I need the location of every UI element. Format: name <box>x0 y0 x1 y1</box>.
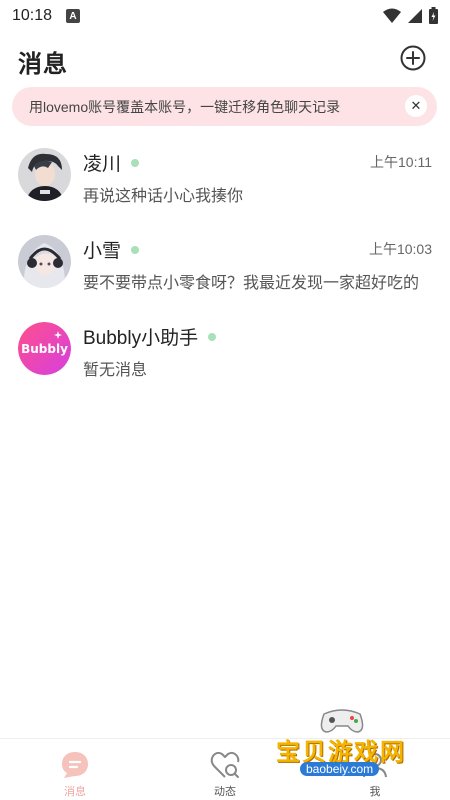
message-preview: 要不要带点小零食呀？我最近发现一家超好吃的 <box>83 275 420 292</box>
online-status-dot <box>208 332 217 341</box>
message-preview: 再说这种话小心我揍你 <box>83 188 244 205</box>
chat-item-lingchuan[interactable]: 凌川 上午10:11 再说这种话小心我揍你 <box>0 136 450 223</box>
name-row: 小雪 <box>83 236 140 263</box>
heart-search-icon <box>210 751 240 778</box>
header: 消息 <box>0 40 450 80</box>
banner-text: 用lovemo账号覆盖本账号，一键迁移角色聊天记录 <box>29 98 341 115</box>
avatar <box>18 235 71 288</box>
contact-name: 小雪 <box>83 241 122 262</box>
tab-messages[interactable]: 消息 <box>0 739 150 800</box>
notification-a-icon: A <box>66 9 81 23</box>
chat-item-bubbly-assistant[interactable]: Bubbly Bubbly小助手 暂无消息 <box>0 310 450 397</box>
status-icons <box>383 7 438 24</box>
message-time: 上午10:03 <box>368 241 432 257</box>
bubbly-logo-icon: Bubbly <box>18 322 71 375</box>
avatar-image-boy <box>18 148 71 201</box>
contact-name: 凌川 <box>83 154 122 175</box>
status-time: 10:18 <box>12 7 53 24</box>
status-bar: 10:18 A <box>0 0 450 32</box>
wifi-icon <box>383 8 401 23</box>
online-status-dot <box>131 158 140 167</box>
name-row: Bubbly小助手 <box>83 323 217 350</box>
page-title: 消息 <box>18 51 68 78</box>
avatar-image-girl <box>18 235 71 288</box>
online-status-dot <box>131 245 140 254</box>
avatar <box>18 148 71 201</box>
chat-list: 凌川 上午10:11 再说这种话小心我揍你 小雪 上午10:03 要不要带点小零… <box>0 136 450 397</box>
close-icon[interactable]: ✕ <box>405 95 427 117</box>
chat-item-xiaoxue[interactable]: 小雪 上午10:03 要不要带点小零食呀？我最近发现一家超好吃的 <box>0 223 450 310</box>
signal-icon <box>408 8 422 23</box>
message-preview: 暂无消息 <box>83 362 148 379</box>
tab-label: 动态 <box>214 786 236 798</box>
bubbly-logo-text: Bubbly <box>21 342 68 356</box>
contact-name: Bubbly小助手 <box>83 328 199 349</box>
message-bubble-icon <box>62 752 88 778</box>
migration-banner[interactable]: 用lovemo账号覆盖本账号，一键迁移角色聊天记录 ✕ <box>12 87 437 126</box>
add-icon[interactable] <box>400 45 426 71</box>
name-row: 凌川 <box>83 149 140 176</box>
tab-label: 消息 <box>64 786 86 798</box>
avatar: Bubbly <box>18 322 71 375</box>
watermark-url: baobeiy.com <box>300 762 380 776</box>
message-time: 上午10:11 <box>370 154 432 170</box>
watermark: 宝贝游戏网 baobeiy.com <box>272 702 422 792</box>
gamepad-icon <box>320 709 364 733</box>
battery-icon <box>429 7 438 24</box>
